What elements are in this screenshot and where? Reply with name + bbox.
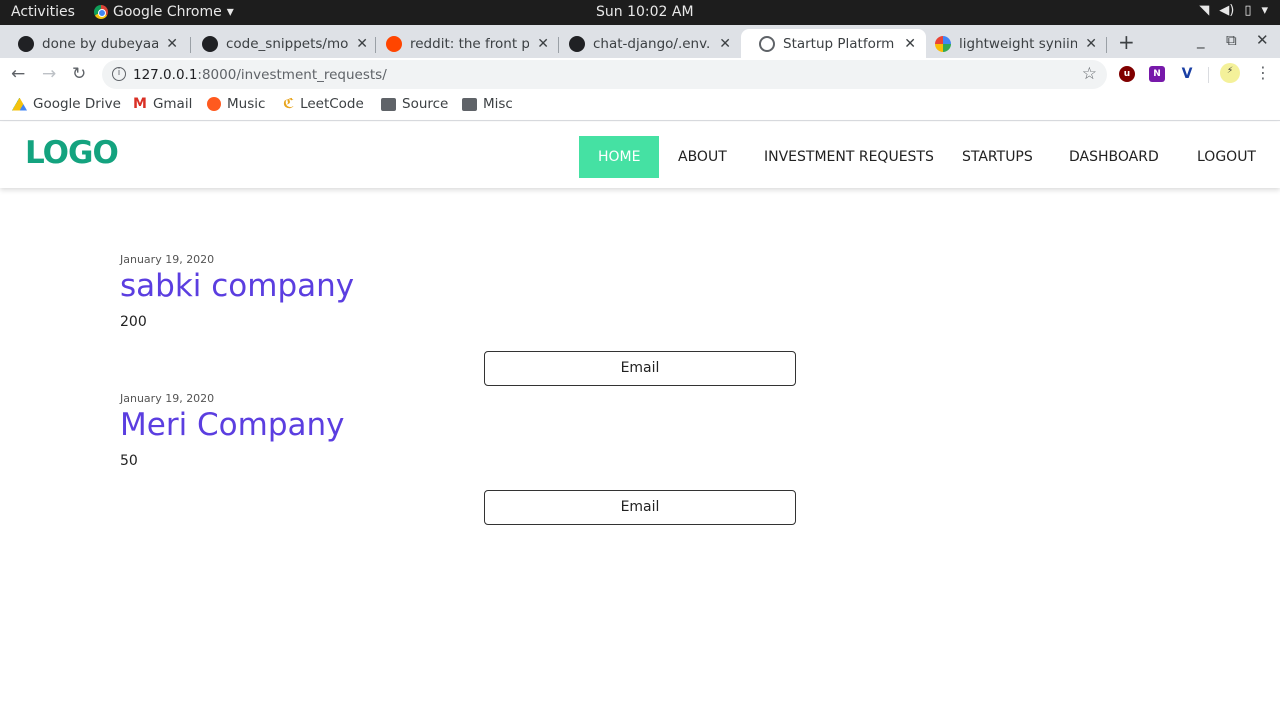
close-window-icon[interactable]: ✕ [1256,31,1269,49]
battery-icon: ▯ [1244,3,1252,18]
email-button[interactable]: Email [484,490,796,525]
chrome-icon [94,5,108,19]
ublock-icon[interactable]: u [1119,66,1135,82]
restore-icon[interactable]: ⧉ [1226,31,1237,49]
url-path: :8000/investment_requests/ [197,67,387,83]
bookmarks-bar: Google Drive M Gmail Music ℭ LeetCode So… [0,91,1280,121]
close-tab-icon[interactable]: ✕ [356,36,368,52]
request-date: January 19, 2020 [120,392,215,405]
web-page: LOGO HOME ABOUT INVESTMENT REQUESTS STAR… [0,122,1280,719]
bookmark-label: Misc [483,96,513,112]
bookmark-folder-source[interactable]: Source [381,96,448,112]
close-tab-icon[interactable]: ✕ [1085,36,1097,52]
github-icon [202,35,218,52]
tab-strip: done by dubeyaayu ✕ code_snippets/mo ✕ r… [0,25,1280,58]
request-amount: 50 [120,453,138,469]
close-tab-icon[interactable]: ✕ [719,36,731,52]
bookmark-google-drive[interactable]: Google Drive [12,96,121,112]
info-icon[interactable]: i [112,67,126,81]
close-tab-icon[interactable]: ✕ [904,36,916,52]
system-top-bar: Activities Google Chrome ▾ Sun 10:02 AM … [0,0,1280,25]
app-menu-label: Google Chrome [113,4,222,20]
reddit-icon [386,35,402,52]
google-icon [935,35,951,52]
nav-about[interactable]: ABOUT [678,136,727,178]
address-bar[interactable]: i 127.0.0.1:8000/investment_requests/ ☆ [102,60,1107,89]
onenote-icon[interactable]: N [1149,66,1165,82]
tab-title: code_snippets/mo [226,35,349,52]
github-icon [18,35,34,52]
music-icon [207,97,221,111]
toolbar-divider [1208,67,1209,83]
leetcode-icon: ℭ [283,96,295,112]
volume-icon: ◀) [1219,3,1235,18]
nav-investment-requests[interactable]: INVESTMENT REQUESTS [764,136,934,178]
github-icon [569,35,585,52]
browser-tab-active[interactable]: Startup Platform ✕ [741,29,926,58]
tab-title: lightweight syniiny [959,35,1078,52]
app-menu[interactable]: Google Chrome ▾ [94,4,234,20]
nav-startups[interactable]: STARTUPS [962,136,1033,178]
bookmark-label: LeetCode [300,96,364,112]
bookmark-leetcode[interactable]: ℭ LeetCode [283,96,364,112]
bookmark-gmail[interactable]: M Gmail [133,96,192,112]
globe-icon [759,35,775,52]
url-text[interactable]: 127.0.0.1:8000/investment_requests/ [133,67,387,83]
caret-down-icon: ▾ [1261,3,1268,18]
system-clock[interactable]: Sun 10:02 AM [596,4,694,20]
browser-tab[interactable]: done by dubeyaayu ✕ [0,29,188,58]
caret-down-icon: ▾ [226,4,234,20]
tab-title: done by dubeyaayu [42,35,159,52]
request-amount: 200 [120,314,147,330]
reload-icon[interactable]: ↻ [72,64,86,84]
browser-tab[interactable]: reddit: the front pa ✕ [368,29,559,58]
folder-icon [381,97,396,111]
new-tab-button[interactable]: + [1118,30,1135,54]
close-tab-icon[interactable]: ✕ [166,36,178,52]
vimium-icon[interactable]: V [1179,66,1195,82]
bookmark-label: Gmail [152,96,193,112]
wifi-icon: ◥ [1199,3,1210,18]
bookmark-label: Source [402,96,449,112]
investment-request: January 19, 2020 Meri Company 50 [120,392,345,469]
activities-button[interactable]: Activities [11,4,75,20]
profile-avatar-icon[interactable]: ⚡ [1220,63,1240,83]
nav-dashboard[interactable]: DASHBOARD [1069,136,1159,178]
bookmark-label: Music [227,96,266,112]
google-drive-icon [12,97,27,111]
nav-logout[interactable]: LOGOUT [1197,136,1256,178]
nav-home[interactable]: HOME [579,136,660,178]
site-logo[interactable]: LOGO [25,135,119,171]
bookmark-music[interactable]: Music [207,96,265,112]
gmail-icon: M [133,96,147,112]
bookmark-star-icon[interactable]: ☆ [1082,64,1097,84]
menu-kebab-icon[interactable]: ⋮ [1255,63,1271,82]
forward-arrow-icon[interactable]: → [42,64,56,84]
folder-icon [462,97,477,111]
bookmark-label: Google Drive [33,96,121,112]
browser-tab[interactable]: chat-django/.env.e ✕ [551,29,741,58]
browser-tab[interactable]: code_snippets/mo ✕ [184,29,378,58]
tab-title: chat-django/.env.e [593,35,712,52]
company-name: sabki company [120,268,355,304]
company-name: Meri Company [120,407,345,443]
tab-title: reddit: the front pa [410,35,530,52]
system-status-menu[interactable]: ◥ ◀) ▯ ▾ [1199,3,1268,18]
bookmark-folder-misc[interactable]: Misc [462,96,513,112]
email-button[interactable]: Email [484,351,796,386]
back-arrow-icon[interactable]: ← [11,64,25,84]
tab-title: Startup Platform [783,35,895,52]
investment-request: January 19, 2020 sabki company 200 [120,253,354,330]
close-tab-icon[interactable]: ✕ [537,36,549,52]
site-header: LOGO HOME ABOUT INVESTMENT REQUESTS STAR… [0,122,1280,188]
browser-tab[interactable]: lightweight syniiny ✕ [917,29,1107,58]
url-host: 127.0.0.1 [133,67,198,83]
browser-toolbar: ← → ↻ i 127.0.0.1:8000/investment_reques… [0,58,1280,91]
request-date: January 19, 2020 [120,253,215,266]
minimize-icon[interactable]: _ [1197,31,1205,49]
